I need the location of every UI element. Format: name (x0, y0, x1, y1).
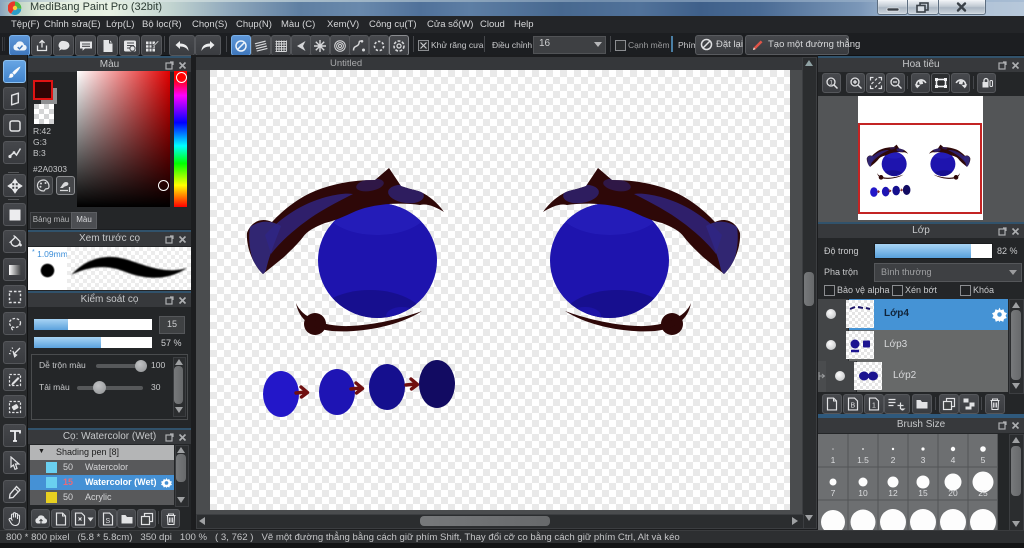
svg-text:20: 20 (948, 488, 958, 498)
svg-text:25: 25 (978, 488, 988, 498)
svg-text:1.5: 1.5 (857, 455, 869, 465)
svg-text:4: 4 (951, 455, 956, 465)
svg-text:2: 2 (891, 455, 896, 465)
svg-text:3: 3 (921, 455, 926, 465)
svg-text:1: 1 (872, 403, 876, 410)
svg-text:S: S (105, 518, 110, 525)
svg-text:15: 15 (918, 488, 928, 498)
svg-text:10: 10 (858, 488, 868, 498)
svg-text:B: B (851, 403, 856, 410)
svg-text:1: 1 (831, 455, 836, 465)
svg-text:7: 7 (831, 488, 836, 498)
svg-text:5: 5 (981, 455, 986, 465)
svg-text:12: 12 (888, 488, 898, 498)
